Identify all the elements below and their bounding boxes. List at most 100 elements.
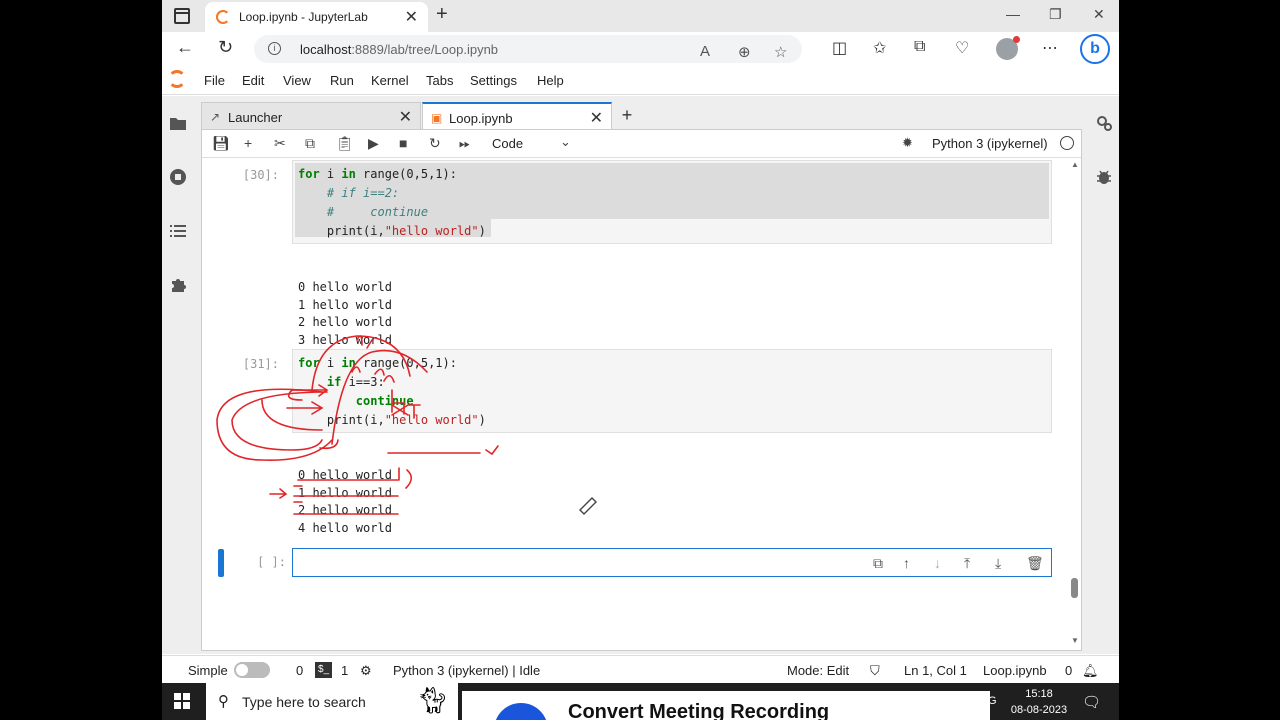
search-placeholder: Type here to search <box>242 694 366 710</box>
cut-icon[interactable]: ✂ <box>274 135 286 152</box>
favorites-icon[interactable]: ✩ <box>873 38 886 58</box>
run-icon[interactable]: ▶ <box>368 135 379 152</box>
site-info-icon[interactable]: i <box>268 42 281 55</box>
insert-cell-icon[interactable]: + <box>244 135 252 151</box>
menu-tabs[interactable]: Tabs <box>426 73 453 88</box>
more-options-icon[interactable]: ⋯ <box>1042 38 1058 58</box>
debugger-toggle-icon[interactable]: ✹ <box>902 135 913 151</box>
property-inspector-gear-icon[interactable] <box>1095 114 1113 132</box>
menu-kernel[interactable]: Kernel <box>371 73 409 88</box>
browser-essentials-icon[interactable]: ♡ <box>955 38 969 58</box>
profile-avatar[interactable] <box>996 36 1020 60</box>
url-input[interactable]: i localhost:8889/lab/tree/Loop.ipynb A ⊕… <box>254 35 802 63</box>
move-down-icon[interactable]: ↓ <box>934 555 941 571</box>
output-line: 1 hello world <box>298 297 392 312</box>
stop-icon[interactable]: ■ <box>399 135 407 151</box>
code-line: print(i,"hello world") <box>298 224 486 238</box>
close-window-button[interactable]: ✕ <box>1093 6 1105 23</box>
add-tab-button[interactable]: + <box>614 102 640 130</box>
shield-check-icon[interactable]: ⛉ <box>870 663 880 679</box>
tab-loop-close-icon[interactable]: ✕ <box>590 108 603 128</box>
notebook-scrollbar[interactable]: ▲ ▼ <box>1068 158 1080 650</box>
menu-view[interactable]: View <box>283 73 311 88</box>
code-line: # continue <box>298 205 429 219</box>
tab-launcher-label: Launcher <box>228 110 283 125</box>
language-indicator[interactable]: G <box>988 695 997 707</box>
maximize-button[interactable]: ❐ <box>1049 6 1062 23</box>
search-icon: ⚲ <box>218 693 229 710</box>
active-cell-input[interactable]: ⧉ ↑ ↓ ⤒ ⤓ 🗑︎ <box>292 548 1052 577</box>
tab-launcher-close-icon[interactable]: ✕ <box>399 107 412 127</box>
favorite-star-icon[interactable]: ☆ <box>774 43 787 61</box>
right-sidebar <box>1091 96 1119 654</box>
insert-below-icon[interactable]: ⤓ <box>995 555 1001 572</box>
bing-copilot-icon[interactable]: b <box>1080 34 1110 64</box>
copy-icon[interactable]: ⧉ <box>305 135 315 152</box>
zoom-icon[interactable]: ⊕ <box>738 43 751 61</box>
cell-prompt: [30]: <box>242 168 279 182</box>
tab-loop-label: Loop.ipynb <box>449 111 513 126</box>
new-tab-button[interactable]: + <box>436 3 448 26</box>
browser-tab-close-icon[interactable]: ✕ <box>405 7 418 27</box>
refresh-icon[interactable]: ↻ <box>218 37 233 58</box>
ad-banner[interactable]: Convert Meeting Recording <box>462 691 990 720</box>
back-icon[interactable]: ← <box>176 37 194 58</box>
cursor-position[interactable]: Ln 1, Col 1 <box>904 663 967 678</box>
collections-icon[interactable]: ⧉ <box>914 38 925 56</box>
notebook-cells[interactable]: [30]: for i in range(0,5,1): # if i==2: … <box>202 158 1081 650</box>
cat-search-highlight-icon: 🐈︎ <box>416 685 450 715</box>
menu-run[interactable]: Run <box>330 73 354 88</box>
scroll-thumb[interactable] <box>1071 578 1078 598</box>
output-line: 4 hello world <box>298 520 392 535</box>
taskbar-search-input[interactable]: ⚲ Type here to search 🐈︎ <box>206 683 458 720</box>
insert-above-icon[interactable]: ⤒ <box>964 555 970 572</box>
kernel-count: 1 <box>341 663 349 678</box>
fast-forward-icon[interactable]: ⏩︎ <box>459 135 470 152</box>
chevron-down-icon[interactable]: ⌄ <box>560 134 571 150</box>
file-name: Loop.ipynb <box>983 663 1047 678</box>
kernel-status-text[interactable]: Python 3 (ipykernel) | Idle <box>393 663 540 678</box>
simple-mode-label: Simple <box>188 663 228 678</box>
system-clock[interactable]: 15:18 08-08-2023 <box>1004 686 1074 718</box>
minimize-button[interactable]: — <box>1006 6 1020 22</box>
duplicate-cell-icon[interactable]: ⧉ <box>873 555 883 572</box>
menu-file[interactable]: File <box>204 73 225 88</box>
notification-center-icon[interactable]: 🗨︎ <box>1082 693 1101 711</box>
notebook-toolbar: 💾︎ + ✂ ⧉ 📋︎ ▶ ■ ↻ ⏩︎ Code ⌄ ✹ Python 3 (… <box>202 130 1081 158</box>
cell-type-select[interactable]: Code <box>492 136 523 151</box>
tab-loop-notebook[interactable]: ▣ Loop.ipynb ✕ <box>422 102 612 130</box>
simple-mode-toggle[interactable] <box>234 662 270 678</box>
move-up-icon[interactable]: ↑ <box>903 555 910 571</box>
split-screen-icon[interactable]: ◫ <box>832 38 847 58</box>
read-aloud-icon[interactable]: A <box>700 43 710 60</box>
code-line: continue <box>355 394 414 408</box>
bell-icon[interactable]: 🔔︎ <box>1082 663 1099 679</box>
windows-start-icon[interactable] <box>174 693 190 709</box>
kernel-settings-icon[interactable]: ⚙ <box>360 663 372 679</box>
menu-edit[interactable]: Edit <box>242 73 264 88</box>
tab-launcher[interactable]: ↗ Launcher ✕ <box>201 102 421 130</box>
menu-settings[interactable]: Settings <box>470 73 517 88</box>
restart-icon[interactable]: ↻ <box>429 135 441 152</box>
paste-icon[interactable]: 📋︎ <box>336 135 354 152</box>
code-line: # if i==2: <box>298 186 400 200</box>
browser-tabbar: Loop.ipynb - JupyterLab ✕ + — ❐ ✕ <box>162 0 1119 32</box>
delete-cell-icon[interactable]: 🗑︎ <box>1026 555 1044 572</box>
kernel-name[interactable]: Python 3 (ipykernel) <box>932 136 1048 151</box>
notebook-panel: 💾︎ + ✂ ⧉ 📋︎ ▶ ■ ↻ ⏩︎ Code ⌄ ✹ Python 3 (… <box>201 129 1082 651</box>
output-line: 0 hello world <box>298 468 392 482</box>
running-kernels-icon[interactable] <box>169 168 187 186</box>
tab-actions-icon[interactable] <box>174 8 190 24</box>
address-bar-row: ← ↻ i localhost:8889/lab/tree/Loop.ipynb… <box>162 32 1119 65</box>
browser-tab[interactable]: Loop.ipynb - JupyterLab ✕ <box>205 2 428 32</box>
extensions-puzzle-icon[interactable] <box>169 276 187 294</box>
menu-help[interactable]: Help <box>537 73 564 88</box>
left-sidebar <box>162 96 195 654</box>
code-line: for i in range(0,5,1): <box>298 167 457 181</box>
table-of-contents-icon[interactable] <box>169 222 187 240</box>
terminal-icon[interactable]: $_ <box>315 662 332 678</box>
debugger-bug-icon[interactable] <box>1095 168 1113 186</box>
launcher-icon: ↗ <box>210 110 221 124</box>
save-icon[interactable]: 💾︎ <box>212 135 230 152</box>
folder-icon[interactable] <box>169 114 187 132</box>
